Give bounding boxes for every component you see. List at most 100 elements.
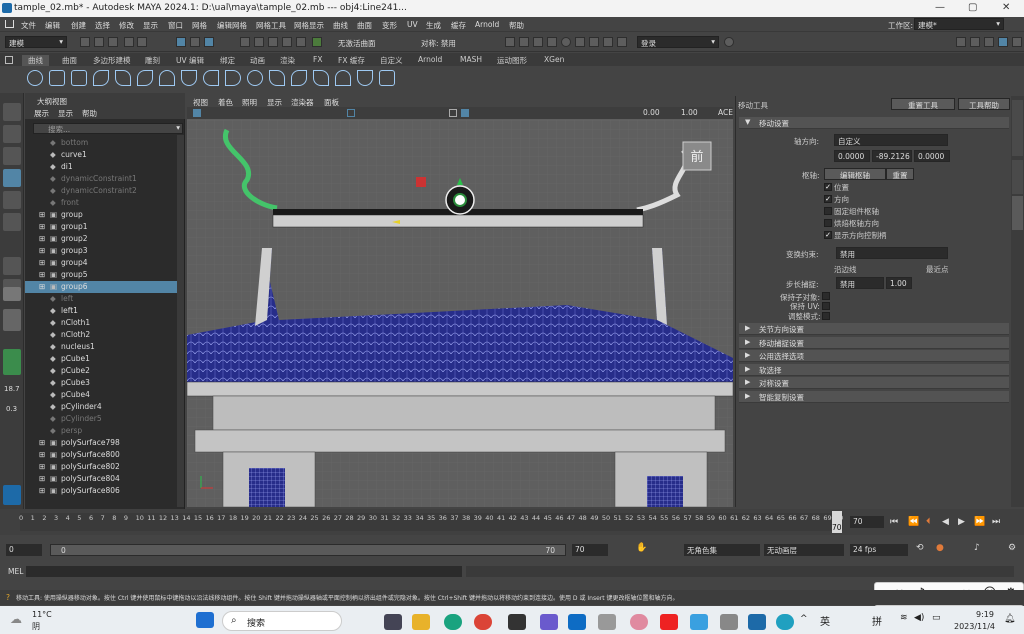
outliner-item[interactable]: ◆ nucleus1: [25, 341, 177, 353]
menu-select[interactable]: 选择: [95, 20, 110, 31]
battery-icon[interactable]: ▭: [932, 613, 941, 623]
smooth-shade-icon[interactable]: [461, 109, 469, 117]
go-to-end-icon[interactable]: ⏭: [992, 517, 1000, 527]
view-cube-label[interactable]: 前: [690, 149, 703, 165]
outliner-item[interactable]: ◆ pCube1: [25, 353, 177, 365]
expand-icon[interactable]: ⊞: [39, 210, 45, 219]
auto-key-icon[interactable]: ●: [936, 543, 944, 553]
attach-curves-icon[interactable]: [203, 70, 219, 86]
time-slider[interactable]: 0 1 2 3 4 5 6 7 8 9 10 11 12 13 14 15 16 17 18 19 20 21 22 23 24…: [0, 509, 1024, 535]
shelf-tab-rigging[interactable]: 绑定: [220, 55, 235, 66]
home-icon[interactable]: [5, 20, 14, 28]
offset-curve-icon[interactable]: [291, 70, 307, 86]
app-icon-6[interactable]: [776, 614, 794, 630]
outliner-item[interactable]: ⊞ ▣ group: [25, 209, 177, 221]
expand-icon[interactable]: ⊞: [39, 486, 45, 495]
edit-pivot-button[interactable]: 编辑枢轴: [824, 168, 886, 180]
detach-curves-icon[interactable]: [225, 70, 241, 86]
step-back-key-icon[interactable]: ⏪: [908, 517, 919, 527]
arnold-render-icon[interactable]: [575, 37, 585, 47]
shelf-tab-xgen[interactable]: XGen: [544, 55, 564, 64]
app-icon-4[interactable]: [690, 614, 708, 630]
expand-icon[interactable]: ⊞: [39, 450, 45, 459]
extend-curve-icon[interactable]: [269, 70, 285, 86]
ipr-render-icon[interactable]: [533, 37, 543, 47]
outliner-item[interactable]: ◆ nCloth2: [25, 329, 177, 341]
file-explorer-icon[interactable]: [412, 614, 430, 630]
viewport-panel[interactable]: 视图 着色 照明 显示 渲染器 面板 0.00 1.00 ACE 前: [187, 96, 733, 507]
outliner-item[interactable]: ◆ left1: [25, 305, 177, 317]
nurbs-circle-icon[interactable]: [27, 70, 43, 86]
move-settings-section[interactable]: ▼ 移动设置: [739, 117, 1009, 129]
select-tool-icon[interactable]: [3, 103, 21, 121]
task-view-icon[interactable]: [384, 614, 402, 630]
pause-icon[interactable]: [603, 37, 613, 47]
store-icon[interactable]: [508, 614, 526, 630]
axis-x-field[interactable]: 0.0000: [834, 150, 870, 162]
outliner-item[interactable]: ◆ pCube4: [25, 389, 177, 401]
undo-icon[interactable]: [124, 37, 134, 47]
snap-plane-icon[interactable]: [282, 37, 292, 47]
snap-dropdown[interactable]: 禁用: [836, 277, 884, 289]
select-object-icon[interactable]: [190, 37, 200, 47]
edge-icon[interactable]: [444, 614, 462, 630]
expand-icon[interactable]: ⊞: [39, 438, 45, 447]
search-input[interactable]: 搜索...: [48, 124, 70, 135]
arnold-ipr-icon[interactable]: [589, 37, 599, 47]
render-settings-icon[interactable]: [547, 37, 557, 47]
expand-icon[interactable]: ⊞: [39, 258, 45, 267]
current-frame-field[interactable]: 70: [850, 516, 884, 528]
menu-edit-mesh[interactable]: 编辑网格: [217, 20, 247, 31]
menu-surfaces[interactable]: 曲面: [357, 20, 372, 31]
outliner-search-field[interactable]: 搜索... ▾: [33, 123, 183, 134]
snap-grid-icon[interactable]: [240, 37, 250, 47]
weather-desc[interactable]: 阴: [32, 621, 40, 632]
mode-dropdown[interactable]: 建模 ▾: [5, 36, 67, 48]
mel-input[interactable]: [26, 566, 462, 577]
shelf-tab-fx-cache[interactable]: FX 缓存: [338, 55, 365, 66]
wifi-icon[interactable]: ≋: [900, 613, 908, 623]
gamma-field[interactable]: 1.00: [681, 108, 698, 117]
weather-icon[interactable]: ☁: [10, 612, 22, 626]
menu-mesh[interactable]: 网格: [192, 20, 207, 31]
expand-icon[interactable]: ⊞: [39, 270, 45, 279]
shelf-tab-arnold[interactable]: Arnold: [418, 55, 442, 64]
snap-point-icon[interactable]: [268, 37, 278, 47]
axis-z-field[interactable]: 0.0000: [914, 150, 950, 162]
app-icon-2[interactable]: [598, 614, 616, 630]
range-end-field[interactable]: 70: [572, 544, 608, 556]
shelf-tab-rendering[interactable]: 渲染: [280, 55, 295, 66]
app-icon-1[interactable]: [540, 614, 558, 630]
tool-settings-icon[interactable]: [984, 37, 994, 47]
shelf-tab-poly[interactable]: 多边形建模: [93, 55, 131, 66]
app-icon-5[interactable]: [720, 614, 738, 630]
snap-curve-icon[interactable]: [254, 37, 264, 47]
tool-section-header[interactable]: ▶ 软选择: [739, 363, 1009, 376]
outliner-item[interactable]: ⊞ ▣ polySurface806: [25, 485, 177, 497]
along-edge-option[interactable]: 沿边线: [834, 264, 857, 275]
outliner-item[interactable]: ⊞ ▣ group3: [25, 245, 177, 257]
reset-tool-button[interactable]: 重置工具: [891, 98, 955, 110]
outliner-item[interactable]: ◆ dynamicConstraint2: [25, 185, 177, 197]
grid-toggle-icon[interactable]: [347, 109, 355, 117]
menu-create[interactable]: 创建: [71, 20, 86, 31]
axis-dropdown[interactable]: 自定义: [834, 134, 948, 146]
outliner-menu-display[interactable]: 显示: [58, 108, 73, 119]
clock-time[interactable]: 9:19: [976, 610, 994, 619]
pivot-option-checkbox[interactable]: ✓: [824, 231, 832, 239]
minimize-button[interactable]: —: [935, 2, 945, 13]
four-view-icon[interactable]: [3, 309, 21, 331]
nurbs-cube-icon[interactable]: [71, 70, 87, 86]
outliner-item[interactable]: ⊞ ▣ group2: [25, 233, 177, 245]
go-to-start-icon[interactable]: ⏮: [890, 517, 898, 527]
expand-icon[interactable]: ⊞: [39, 222, 45, 231]
outliner-item[interactable]: ◆ nCloth1: [25, 317, 177, 329]
snap-step-field[interactable]: 1.00: [886, 277, 912, 289]
curve-tool-icon[interactable]: [3, 257, 21, 275]
render-icon[interactable]: [505, 37, 515, 47]
menu-mesh-tools[interactable]: 网格工具: [256, 20, 286, 31]
open-scene-icon[interactable]: [94, 37, 104, 47]
outliner-item[interactable]: ◆ curve1: [25, 149, 177, 161]
render-sequence-icon[interactable]: [519, 37, 529, 47]
outliner-item[interactable]: ◆ dynamicConstraint1: [25, 173, 177, 185]
